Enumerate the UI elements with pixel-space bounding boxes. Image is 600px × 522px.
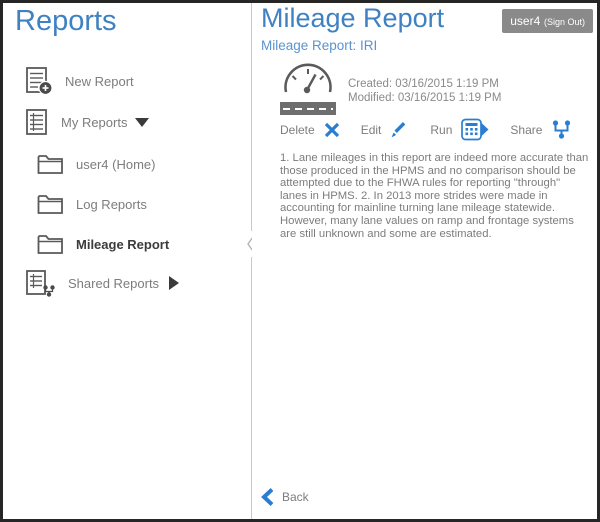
back-label: Back <box>282 490 309 504</box>
sidebar-item-my-reports[interactable]: My Reports <box>25 106 149 138</box>
folder-icon <box>37 154 64 175</box>
run-button[interactable]: Run <box>430 118 489 141</box>
mileage-report-type-icon <box>280 63 338 115</box>
back-button[interactable]: Back <box>261 488 309 506</box>
sidebar-item-label: Shared Reports <box>68 276 159 291</box>
folder-icon <box>37 194 64 215</box>
shared-reports-icon <box>25 269 56 298</box>
collapse-arrow-icon[interactable] <box>135 118 149 127</box>
sidebar-item-label: Mileage Report <box>76 237 169 252</box>
edit-label: Edit <box>361 123 382 137</box>
report-description: 1. Lane mileages in this report are inde… <box>280 152 590 240</box>
created-date: Created: 03/16/2015 1:19 PM <box>348 77 501 91</box>
new-report-icon <box>25 66 53 96</box>
run-icon <box>461 118 489 141</box>
sidebar-item-log-reports[interactable]: Log Reports <box>37 188 147 220</box>
action-toolbar: Delete Edit <box>280 118 572 141</box>
sidebar: Reports New Report <box>3 3 248 519</box>
share-icon <box>551 119 572 140</box>
delete-label: Delete <box>280 123 315 137</box>
folder-icon <box>37 234 64 255</box>
edit-pencil-icon <box>390 120 409 139</box>
run-label: Run <box>430 123 452 137</box>
sign-out-label: (Sign Out) <box>544 17 585 27</box>
my-reports-icon <box>25 108 49 136</box>
sidebar-item-user4-home[interactable]: user4 (Home) <box>37 148 155 180</box>
sidebar-item-label: My Reports <box>61 115 127 130</box>
sidebar-item-label: New Report <box>65 74 134 89</box>
sidebar-item-shared-reports[interactable]: Shared Reports <box>25 267 179 299</box>
page-subtitle: Mileage Report: IRI <box>261 38 377 53</box>
sign-out-button[interactable]: user4 (Sign Out) <box>502 9 593 33</box>
expand-arrow-icon[interactable] <box>169 276 179 290</box>
sidebar-item-label: user4 (Home) <box>76 157 155 172</box>
sidebar-item-new-report[interactable]: New Report <box>25 65 134 97</box>
share-button[interactable]: Share <box>510 119 572 140</box>
chevron-back-icon <box>261 488 274 506</box>
delete-x-icon <box>324 122 340 138</box>
speedometer-icon <box>280 63 336 95</box>
sidebar-item-mileage-report[interactable]: Mileage Report <box>37 228 169 260</box>
main-panel: Mileage Report Mileage Report: IRI user4… <box>252 3 597 519</box>
share-label: Share <box>510 123 542 137</box>
username-label: user4 <box>510 14 540 28</box>
sidebar-title: Reports <box>15 5 117 38</box>
road-icon <box>280 102 336 115</box>
edit-button[interactable]: Edit <box>361 120 410 139</box>
app-window: Reports New Report <box>0 0 600 522</box>
page-title: Mileage Report <box>261 3 444 34</box>
report-dates: Created: 03/16/2015 1:19 PM Modified: 03… <box>348 63 501 115</box>
delete-button[interactable]: Delete <box>280 122 340 138</box>
modified-date: Modified: 03/16/2015 1:19 PM <box>348 91 501 105</box>
report-meta: Created: 03/16/2015 1:19 PM Modified: 03… <box>280 63 501 115</box>
sidebar-item-label: Log Reports <box>76 197 147 212</box>
